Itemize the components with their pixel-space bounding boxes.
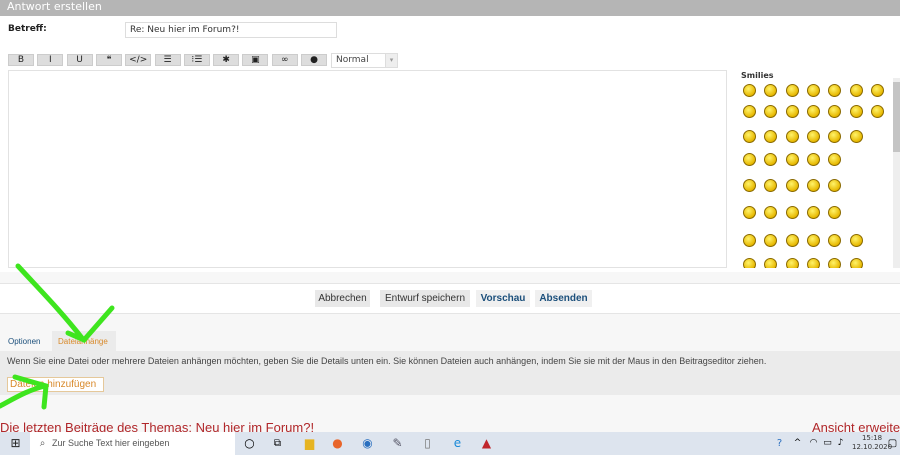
tray-chevron-icon[interactable]: ^ [791,437,804,450]
cortana-icon[interactable]: ○ [243,437,256,450]
edge-icon[interactable]: e [451,437,464,450]
gimp-icon[interactable]: ✎ [391,437,404,450]
app-icon[interactable]: ◉ [361,437,374,450]
pdf-app-icon[interactable]: ▲ [480,437,493,450]
notifications-icon[interactable]: ▢ [886,437,899,450]
battery-icon[interactable]: ▭ [821,437,834,450]
taskbar-search[interactable]: Zur Suche Text hier eingeben [30,432,235,455]
file-explorer-icon[interactable]: ▆ [303,437,316,450]
arrow-to-tab [15,263,85,341]
annotation-arrows [0,263,115,410]
volume-icon[interactable]: ♪ [834,437,847,450]
document-icon[interactable]: ▯ [421,437,434,450]
wifi-icon[interactable]: ◠ [807,437,820,450]
firefox-icon[interactable]: ● [331,437,344,450]
windows-start-icon[interactable]: ⊞ [9,437,22,450]
help-icon[interactable]: ? [773,437,786,450]
arrow-to-button [0,383,48,409]
search-icon: ⌕ [39,438,46,449]
task-view-icon[interactable]: ⧉ [271,437,284,450]
arrow-head [65,305,115,344]
